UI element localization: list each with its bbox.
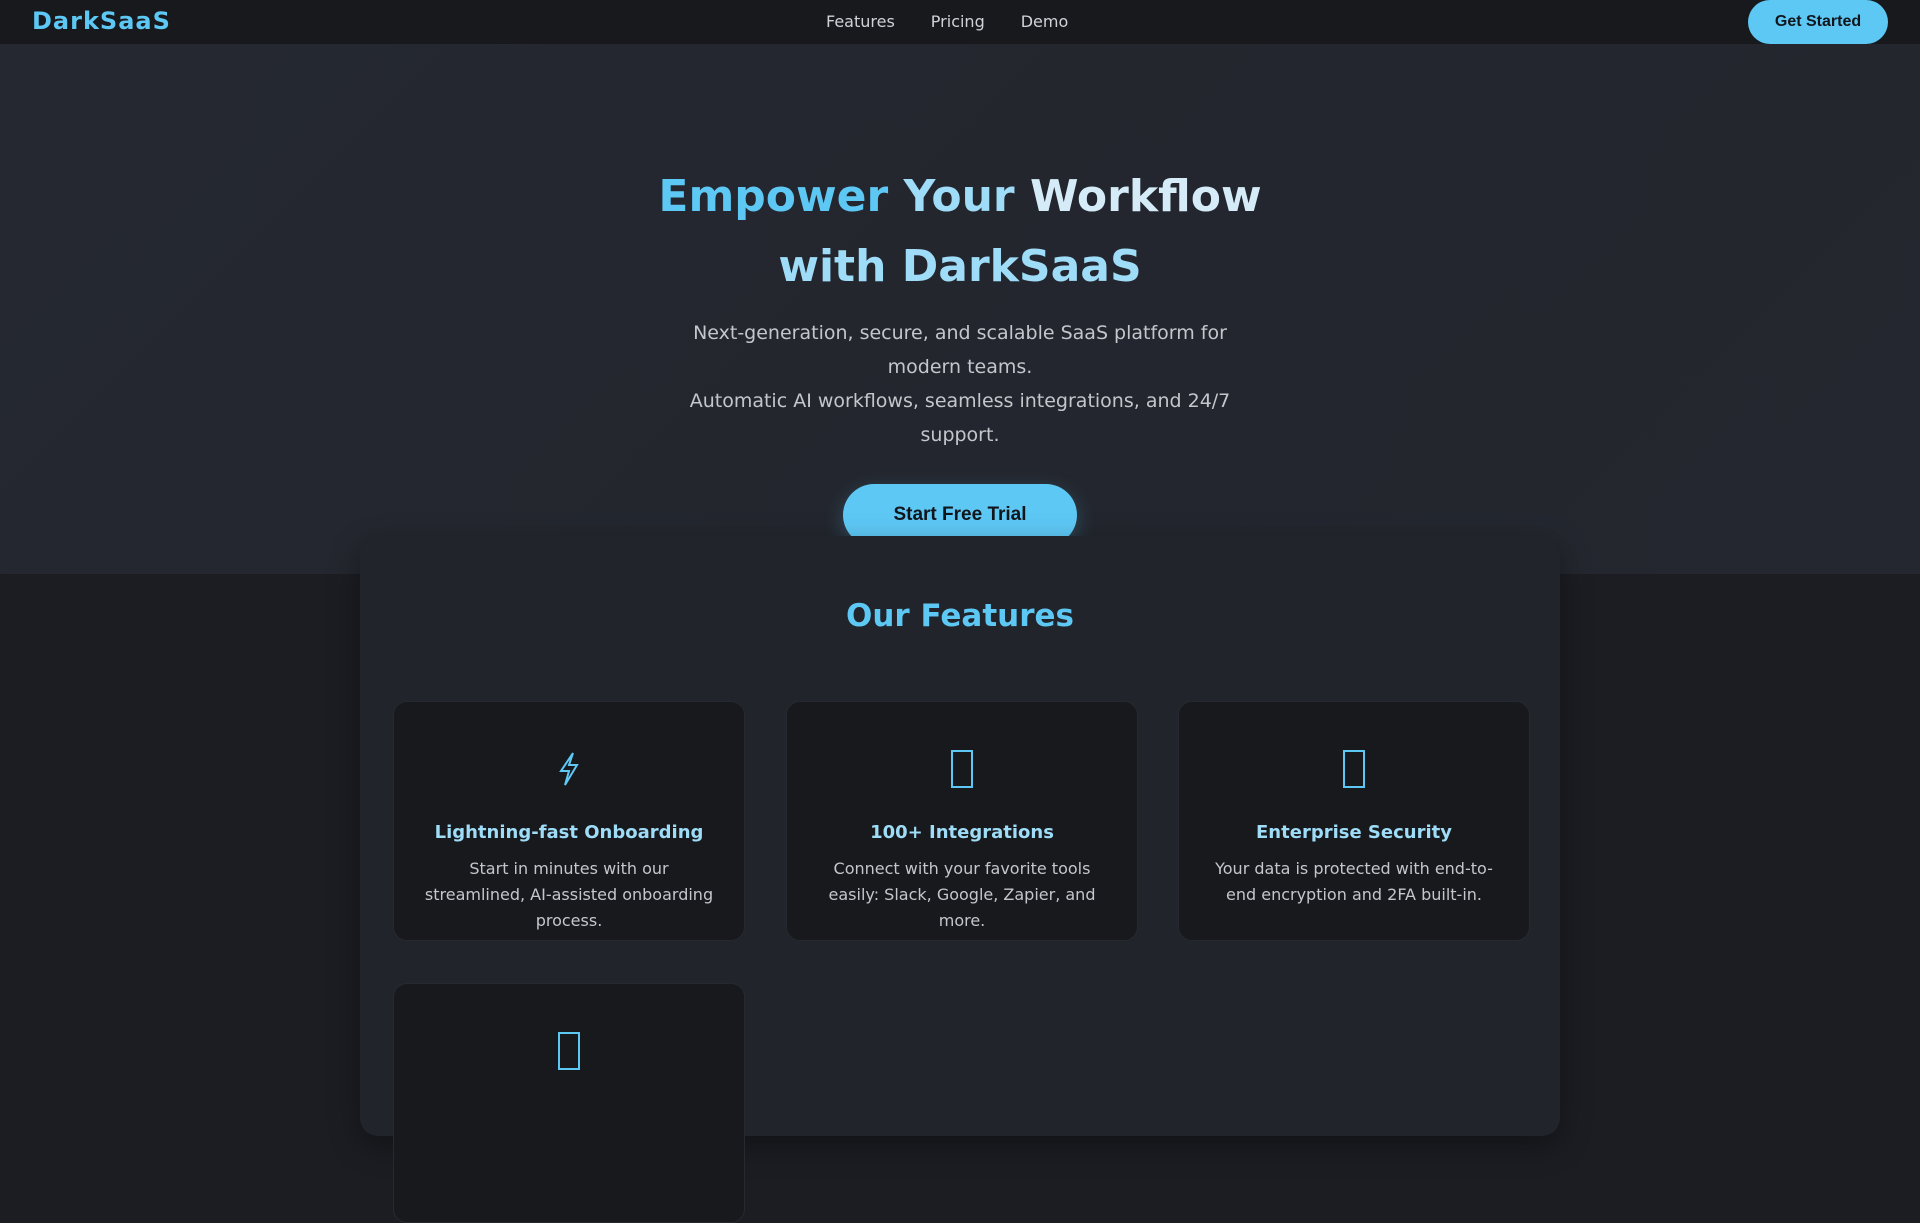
main-navigation: Features Pricing Demo [826, 12, 1068, 31]
hero-title-word-3: Workflow [1029, 171, 1262, 222]
brand-logo[interactable]: DarkSaaS [32, 7, 171, 35]
nav-features-link[interactable]: Features [826, 12, 895, 31]
security-icon [1179, 744, 1529, 794]
hero-title-word-2: Your [903, 171, 1015, 222]
hero-subtitle-line-1: Next-generation, secure, and scalable Sa… [693, 322, 1227, 378]
nav-pricing-link[interactable]: Pricing [931, 12, 985, 31]
get-started-button[interactable]: Get Started [1748, 0, 1888, 44]
lightning-icon [394, 744, 744, 794]
feature-card-title: 100+ Integrations [870, 822, 1054, 843]
hero-title-word-1: Empower [658, 171, 889, 222]
hero-subtitle: Next-generation, secure, and scalable Sa… [660, 316, 1260, 452]
hero-title: Empower Your Workflow with DarkSaaS [560, 162, 1360, 302]
hero-section: Empower Your Workflow with DarkSaaS Next… [0, 44, 1920, 574]
feature-card-onboarding: Lightning-fast Onboarding Start in minut… [393, 701, 745, 941]
features-panel: Our Features Lightning-fast Onboarding S… [360, 536, 1560, 1223]
feature-card-fourth [393, 983, 745, 1223]
top-navigation-bar: DarkSaaS Features Pricing Demo Get Start… [0, 0, 1920, 44]
nav-demo-link[interactable]: Demo [1021, 12, 1069, 31]
hero-subtitle-line-2: Automatic AI workflows, seamless integra… [689, 390, 1231, 446]
feature-card-title: Enterprise Security [1256, 822, 1452, 843]
feature-card-description: Connect with your favorite tools easily:… [828, 859, 1096, 930]
hero-title-line-2: with DarkSaaS [778, 241, 1142, 292]
integrations-icon [787, 744, 1137, 794]
feature-card-security: Enterprise Security Your data is protect… [1178, 701, 1530, 941]
feature-card-description: Your data is protected with end-to-end e… [1215, 859, 1493, 904]
feature-card-title: Lightning-fast Onboarding [434, 822, 704, 843]
feature-icon [394, 1026, 744, 1076]
feature-card-description: Start in minutes with our streamlined, A… [424, 859, 714, 930]
features-title: Our Features [845, 598, 1075, 634]
feature-card-integrations: 100+ Integrations Connect with your favo… [786, 701, 1138, 941]
